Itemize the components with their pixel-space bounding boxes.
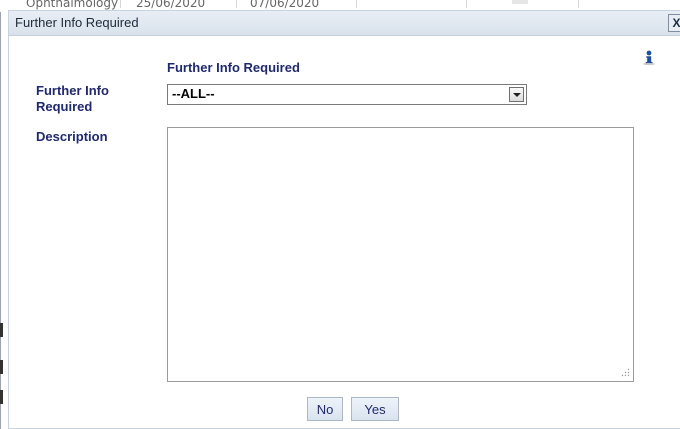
further-info-select-value: --ALL-- <box>172 86 215 101</box>
background-divider <box>356 0 357 8</box>
page-edge-marker <box>0 323 3 337</box>
page-edge-marker <box>0 360 3 374</box>
background-divider <box>120 0 121 8</box>
resize-grip-icon[interactable] <box>621 368 630 377</box>
background-chip <box>512 0 528 4</box>
background-divider <box>236 0 237 8</box>
background-divider <box>466 0 467 8</box>
no-button[interactable]: No <box>307 397 343 421</box>
description-label: Description <box>36 129 108 144</box>
background-divider <box>578 0 579 8</box>
description-textarea[interactable] <box>167 127 634 382</box>
further-info-label: Further Info Required <box>36 83 109 114</box>
chevron-down-icon[interactable] <box>509 87 524 102</box>
background-cell-specialty: Ophthalmology <box>26 0 119 10</box>
page-edge-marker <box>0 390 3 404</box>
further-info-dialog: Further Info Required X Further Info Req… <box>8 10 680 429</box>
further-info-select[interactable]: --ALL-- <box>167 84 527 105</box>
background-cell-date-2: 07/06/2020 <box>250 0 320 10</box>
form-heading: Further Info Required <box>167 60 300 75</box>
dialog-title: Further Info Required <box>15 15 139 30</box>
close-button[interactable]: X <box>668 14 680 32</box>
background-cell-date-1: 25/06/2020 <box>136 0 206 10</box>
yes-button[interactable]: Yes <box>351 397 399 421</box>
dialog-titlebar[interactable]: Further Info Required X <box>9 11 680 36</box>
info-icon[interactable] <box>641 49 657 65</box>
